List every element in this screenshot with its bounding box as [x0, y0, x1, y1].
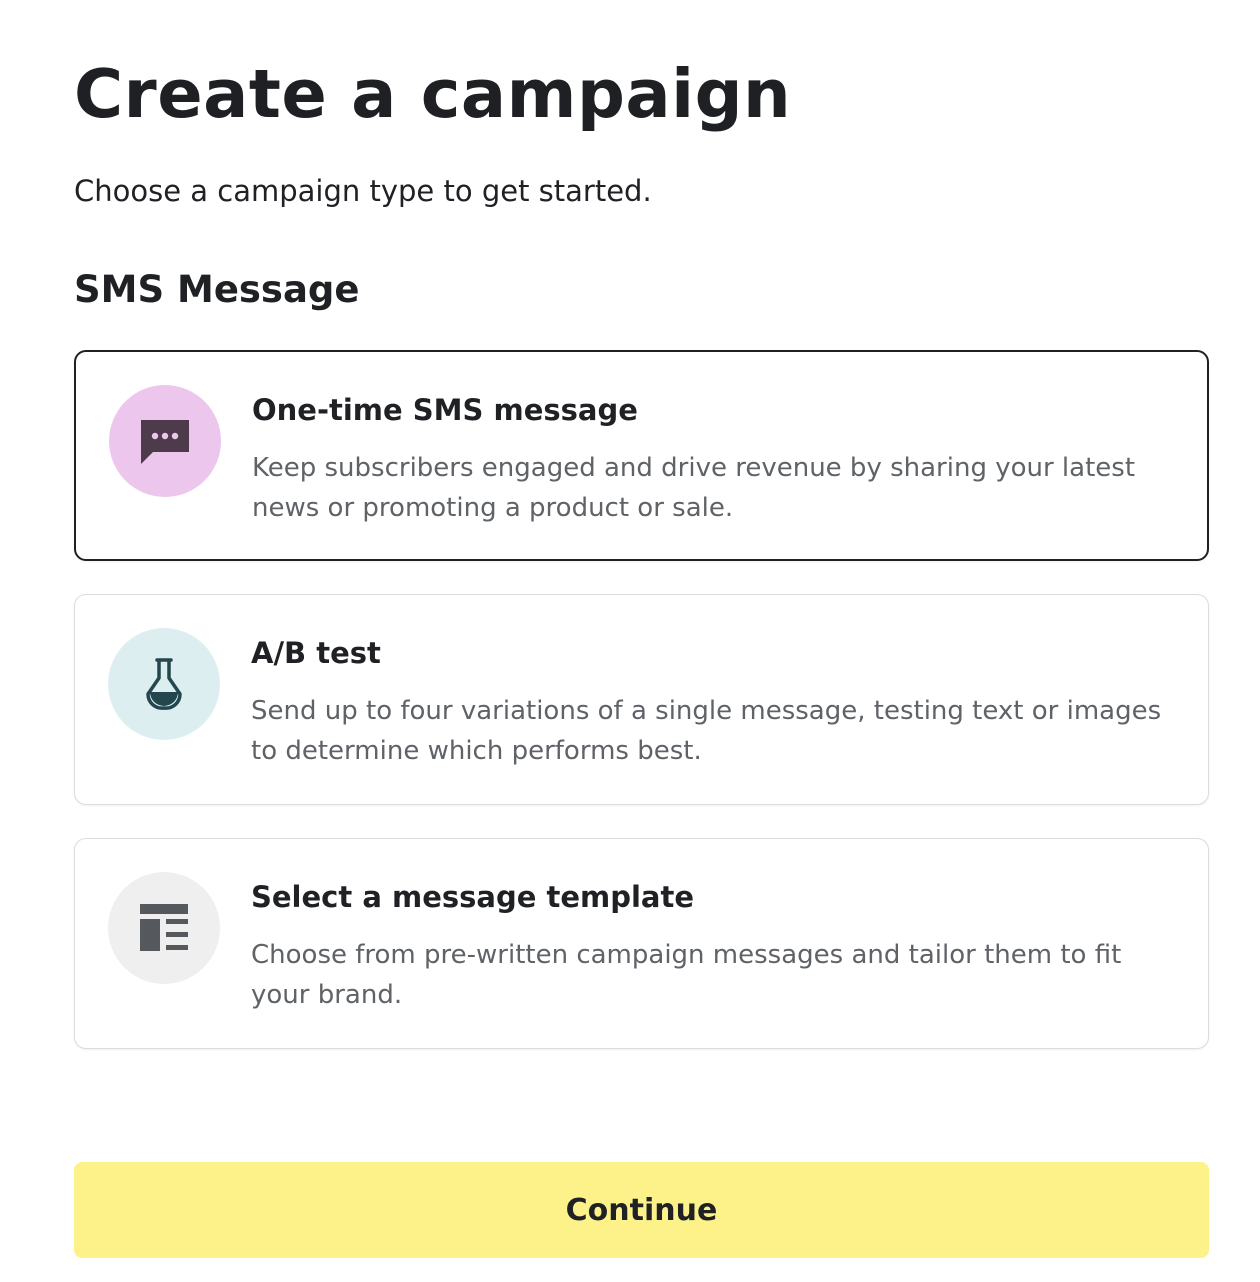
- chat-bubble-icon: [109, 385, 221, 497]
- page-title: Create a campaign: [74, 55, 792, 133]
- option-card-one-time-sms[interactable]: One-time SMS message Keep subscribers en…: [74, 350, 1209, 561]
- option-card-ab-test[interactable]: A/B test Send up to four variations of a…: [74, 594, 1209, 805]
- option-title: One-time SMS message: [252, 393, 638, 427]
- page-subtitle: Choose a campaign type to get started.: [74, 174, 652, 208]
- option-description: Send up to four variations of a single m…: [251, 696, 1162, 766]
- template-icon: [108, 872, 220, 984]
- create-campaign-page: Create a campaign Choose a campaign type…: [0, 0, 1260, 1282]
- option-title: Select a message template: [251, 880, 695, 914]
- flask-icon: [108, 628, 220, 740]
- option-card-message-template[interactable]: Select a message template Choose from pr…: [74, 838, 1209, 1049]
- option-description: Choose from pre-written campaign message…: [251, 940, 1122, 1010]
- option-title: A/B test: [251, 636, 381, 670]
- continue-button[interactable]: Continue: [74, 1162, 1209, 1258]
- option-description: Keep subscribers engaged and drive reven…: [252, 453, 1136, 523]
- section-title-sms: SMS Message: [74, 268, 360, 311]
